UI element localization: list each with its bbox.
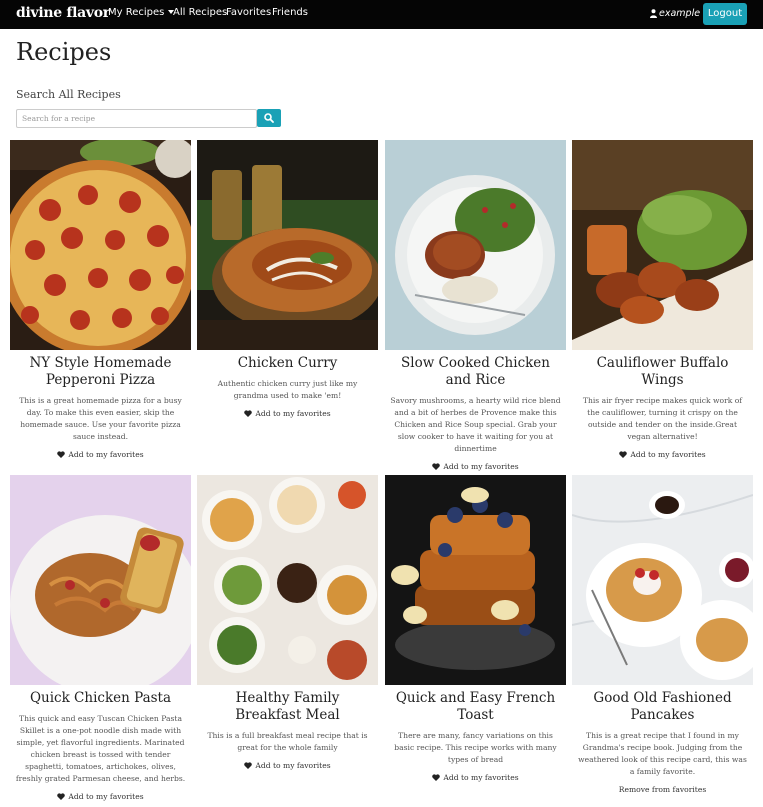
recipe-title[interactable]: Good Old Fashioned Pancakes: [572, 690, 753, 724]
recipe-card[interactable]: Chicken Curry Authentic chicken curry ju…: [197, 140, 378, 418]
remove-from-favorites-button[interactable]: Remove from favorites: [572, 785, 753, 794]
recipe-image[interactable]: [10, 475, 191, 685]
heart-icon: [244, 762, 253, 769]
add-to-favorites-button[interactable]: Add to my favorites: [197, 409, 378, 418]
nav-my-recipes-dropdown[interactable]: My Recipes: [108, 7, 175, 18]
navbar: divine flavor My Recipes All Recipes Fav…: [0, 0, 763, 29]
french-toast-photo: [385, 475, 566, 685]
heart-icon: [57, 793, 66, 800]
breakfast-spread-photo: [197, 475, 378, 685]
pancakes-photo: [572, 475, 753, 685]
logout-button[interactable]: Logout: [703, 3, 747, 25]
recipe-image[interactable]: [197, 140, 378, 350]
user-name[interactable]: example: [659, 8, 700, 19]
recipe-image[interactable]: [572, 140, 753, 350]
favorite-action-label: Add to my favorites: [255, 761, 331, 770]
recipe-description: This quick and easy Tuscan Chicken Pasta…: [15, 714, 186, 783]
recipe-image[interactable]: [572, 475, 753, 685]
recipe-description: This air fryer recipe makes quick work o…: [582, 396, 743, 441]
search-label: Search All Recipes: [16, 88, 121, 101]
recipe-title[interactable]: Quick and Easy French Toast: [385, 690, 566, 724]
nav-friends[interactable]: Friends: [272, 7, 308, 18]
recipe-title[interactable]: Quick Chicken Pasta: [10, 690, 191, 707]
recipe-card[interactable]: Healthy Family Breakfast Meal This is a …: [197, 475, 378, 770]
recipe-description: Savory mushrooms, a hearty wild rice ble…: [390, 396, 561, 453]
add-to-favorites-button[interactable]: Add to my favorites: [572, 450, 753, 459]
nav-my-recipes-label: My Recipes: [108, 7, 165, 18]
favorite-action-label: Add to my favorites: [443, 773, 519, 782]
recipe-card[interactable]: NY Style Homemade Pepperoni Pizza This i…: [10, 140, 191, 459]
pepperoni-pizza-photo: [10, 140, 191, 350]
recipe-title[interactable]: Chicken Curry: [197, 355, 378, 372]
recipe-title[interactable]: Slow Cooked Chicken and Rice: [385, 355, 566, 389]
heart-icon: [432, 774, 441, 781]
page-title: Recipes: [16, 38, 112, 66]
recipe-description: Authentic chicken curry just like my gra…: [217, 379, 358, 400]
heart-icon: [432, 463, 441, 470]
recipe-description: There are many, fancy variations on this…: [394, 731, 557, 764]
search-input[interactable]: [16, 109, 257, 128]
favorite-action-label: Add to my favorites: [68, 792, 144, 801]
recipe-card[interactable]: Quick Chicken Pasta This quick and easy …: [10, 475, 191, 801]
recipe-title[interactable]: Cauliflower Buffalo Wings: [572, 355, 753, 389]
nav-favorites[interactable]: Favorites: [226, 7, 271, 18]
recipe-description: This is a great homemade pizza for a bus…: [19, 396, 182, 441]
recipe-image[interactable]: [385, 140, 566, 350]
favorite-action-label: Add to my favorites: [630, 450, 706, 459]
recipe-title[interactable]: Healthy Family Breakfast Meal: [197, 690, 378, 724]
favorite-action-label: Add to my favorites: [255, 409, 331, 418]
add-to-favorites-button[interactable]: Add to my favorites: [385, 462, 566, 471]
add-to-favorites-button[interactable]: Add to my favorites: [10, 450, 191, 459]
recipe-image[interactable]: [385, 475, 566, 685]
recipe-image[interactable]: [10, 140, 191, 350]
recipe-card[interactable]: Quick and Easy French Toast There are ma…: [385, 475, 566, 782]
add-to-favorites-button[interactable]: Add to my favorites: [197, 761, 378, 770]
recipe-card[interactable]: Slow Cooked Chicken and Rice Savory mush…: [385, 140, 566, 471]
search-button[interactable]: [257, 109, 281, 127]
user-icon: [650, 9, 657, 18]
buffalo-wings-photo: [572, 140, 753, 350]
recipe-card[interactable]: Good Old Fashioned Pancakes This is a gr…: [572, 475, 753, 794]
chicken-curry-photo: [197, 140, 378, 350]
recipe-card[interactable]: Cauliflower Buffalo Wings This air fryer…: [572, 140, 753, 459]
favorite-action-label: Add to my favorites: [68, 450, 144, 459]
nav-all-recipes[interactable]: All Recipes: [173, 7, 227, 18]
roast-chicken-photo: [385, 140, 566, 350]
add-to-favorites-button[interactable]: Add to my favorites: [385, 773, 566, 782]
search-icon: [264, 113, 274, 123]
recipe-description: This is a full breakfast meal recipe tha…: [207, 731, 368, 752]
favorite-action-label: Add to my favorites: [443, 462, 519, 471]
heart-icon: [244, 410, 253, 417]
chicken-pasta-photo: [10, 475, 191, 685]
recipe-title[interactable]: NY Style Homemade Pepperoni Pizza: [10, 355, 191, 389]
heart-icon: [619, 451, 628, 458]
add-to-favorites-button[interactable]: Add to my favorites: [10, 792, 191, 801]
heart-icon: [57, 451, 66, 458]
recipe-image[interactable]: [197, 475, 378, 685]
brand-logo[interactable]: divine flavor: [16, 5, 110, 21]
recipe-description: This is a great recipe that I found in m…: [578, 731, 747, 776]
